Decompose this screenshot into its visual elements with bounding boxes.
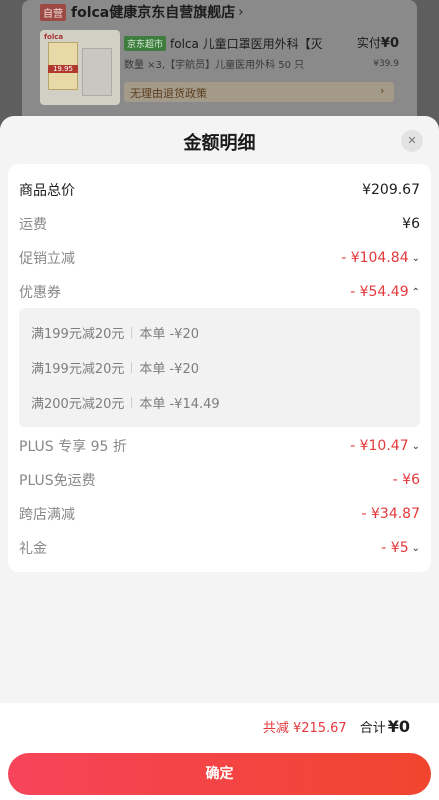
- row-shipping: 运费 ¥6: [19, 213, 420, 235]
- total-value: ¥0: [387, 717, 410, 736]
- product-meta: 数量 ×3,【宇航员】儿童医用外科 50 只: [124, 60, 305, 71]
- row-amount: - ¥104.84: [341, 250, 409, 266]
- chevron-up-icon[interactable]: ⌃: [412, 287, 420, 298]
- chevron-down-icon[interactable]: ⌄: [412, 253, 420, 264]
- paid-label: 实付: [356, 36, 381, 50]
- row-coupon[interactable]: 优惠券 - ¥54.49 ⌃: [19, 281, 420, 303]
- row-plus-discount[interactable]: PLUS 专享 95 折 - ¥10.47 ⌄: [19, 435, 420, 457]
- divider: [131, 326, 133, 338]
- footer-bar: 共减 ¥215.67 合计 ¥0 确定: [0, 703, 439, 800]
- row-label: 商品总价: [19, 183, 75, 199]
- row-label: PLUS免运费: [19, 473, 96, 489]
- store-header[interactable]: 自营 folca健康京东自营旗舰店 ›: [40, 3, 243, 21]
- total-saved: 共减 ¥215.67: [262, 721, 347, 736]
- row-plus-shipping: PLUS免运费 - ¥6: [19, 469, 420, 491]
- amount-detail-sheet: 金额明细 ✕ 商品总价 ¥209.67 运费 ¥6 促销立减 - ¥104.84…: [0, 116, 439, 800]
- coupon-detail: 本单 -¥14.49: [139, 396, 220, 412]
- row-value: - ¥10.47 ⌄: [350, 438, 420, 454]
- amount-detail-panel: 商品总价 ¥209.67 运费 ¥6 促销立减 - ¥104.84 ⌄ 优惠券 -…: [8, 164, 431, 572]
- row-label: 运费: [19, 217, 47, 233]
- row-amount: - ¥54.49: [350, 284, 409, 300]
- thumbnail-logo: folca: [44, 33, 64, 41]
- row-subtotal: 商品总价 ¥209.67: [19, 179, 420, 201]
- row-label: 跨店满减: [19, 507, 75, 523]
- row-gift[interactable]: 礼金 - ¥5 ⌄: [19, 537, 420, 559]
- coupon-detail: 本单 -¥20: [139, 361, 199, 377]
- original-price: ¥39.9: [373, 59, 399, 69]
- self-operated-badge: 自营: [40, 3, 66, 21]
- coupon-breakdown: 满199元减20元 本单 -¥20 满199元减20元 本单 -¥20 满200元减…: [19, 308, 420, 427]
- row-amount: - ¥5: [381, 540, 409, 556]
- thumbnail-price-tag: 19.95: [48, 65, 78, 73]
- coupon-name: 满199元减20元: [31, 326, 125, 342]
- row-value: ¥6: [402, 216, 420, 232]
- coupon-detail: 本单 -¥20: [139, 326, 199, 342]
- chevron-down-icon[interactable]: ⌄: [412, 543, 420, 554]
- row-label: 礼金: [19, 541, 47, 557]
- row-value: - ¥54.49 ⌃: [350, 284, 420, 300]
- divider: [131, 361, 133, 373]
- jd-supermarket-badge: 京东超市: [124, 36, 167, 51]
- row-value: - ¥104.84 ⌄: [341, 250, 420, 266]
- coupon-item: 满199元减20元 本单 -¥20: [31, 322, 199, 342]
- sheet-title: 金额明细: [183, 133, 256, 154]
- row-value: - ¥34.87: [361, 506, 421, 522]
- chevron-right-icon: ›: [380, 84, 385, 97]
- coupon-item: 满200元减20元 本单 -¥14.49: [31, 392, 220, 412]
- row-amount: - ¥10.47: [350, 438, 409, 454]
- chevron-right-icon: ›: [238, 4, 244, 20]
- product-thumbnail[interactable]: folca 19.95: [40, 30, 120, 105]
- row-value: - ¥6: [392, 472, 420, 488]
- row-cross-store: 跨店满减 - ¥34.87: [19, 503, 420, 525]
- close-icon[interactable]: ✕: [401, 130, 423, 152]
- row-value: - ¥5 ⌄: [381, 540, 420, 556]
- row-label: 优惠券: [19, 285, 61, 301]
- coupon-name: 满199元减20元: [31, 361, 125, 377]
- total-label: 合计: [359, 721, 386, 736]
- paid-amount: 实付¥0: [357, 34, 399, 51]
- row-label: PLUS 专享 95 折: [19, 439, 127, 455]
- coupon-item: 满199元减20元 本单 -¥20: [31, 357, 199, 377]
- chevron-down-icon[interactable]: ⌄: [412, 441, 420, 452]
- coupon-name: 满200元减20元: [31, 396, 125, 412]
- confirm-button[interactable]: 确定: [8, 753, 431, 795]
- divider: [131, 396, 133, 408]
- row-value: ¥209.67: [362, 182, 420, 198]
- store-name[interactable]: folca健康京东自营旗舰店: [71, 2, 235, 22]
- product-title[interactable]: folca 儿童口罩医用外科【灭: [170, 35, 355, 52]
- row-label: 促销立减: [19, 251, 75, 267]
- paid-value: ¥0: [380, 36, 399, 51]
- row-promo[interactable]: 促销立减 - ¥104.84 ⌄: [19, 247, 420, 269]
- return-policy-text: 无理由退货政策: [130, 87, 207, 100]
- thumbnail-box-back: [82, 48, 112, 96]
- order-summary: 共减 ¥215.67 合计 ¥0: [263, 717, 410, 736]
